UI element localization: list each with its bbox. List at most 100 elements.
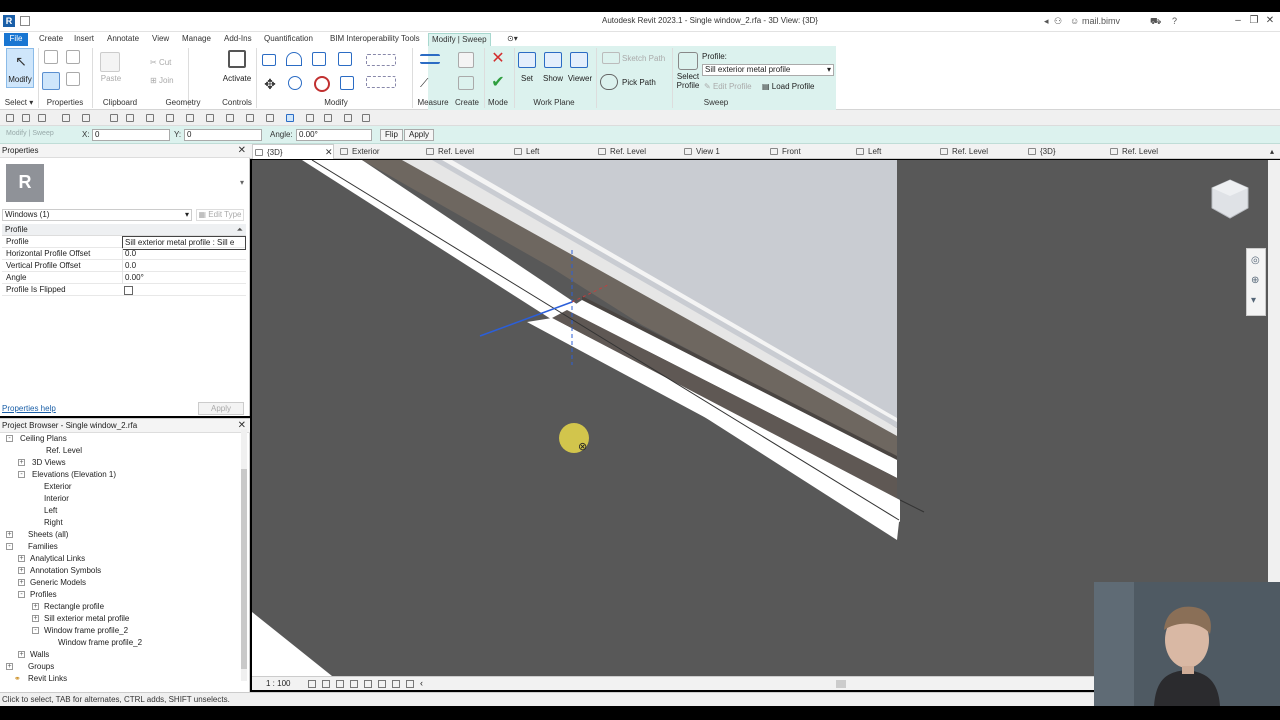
section-icon[interactable]	[226, 114, 234, 122]
paste-icon[interactable]	[100, 52, 120, 72]
panel-create-label[interactable]: Create	[452, 98, 482, 107]
view-tab-view-1[interactable]: View 1	[682, 144, 766, 159]
property-row-vertical-offset[interactable]: Vertical Profile Offset 0.0	[2, 260, 246, 272]
properties-category-profile[interactable]: Profile ⏶	[2, 224, 246, 236]
cancel-mode-icon[interactable]: ✕	[488, 50, 508, 68]
tree-item[interactable]: - Elevations (Elevation 1)	[18, 469, 116, 481]
tile-views-icon[interactable]	[306, 114, 314, 122]
search-back-icon[interactable]: ◂	[1044, 16, 1049, 27]
tree-item[interactable]: - Ceiling Plans	[6, 433, 67, 445]
edit-profile-button[interactable]: ✎ Edit Profile	[704, 82, 760, 91]
detail-level-icon[interactable]	[308, 680, 316, 688]
tree-item[interactable]: Exterior	[44, 481, 72, 493]
close-inactive-views-icon[interactable]	[266, 114, 274, 122]
revit-logo-icon[interactable]: R	[3, 15, 15, 27]
tab-bim-interoperability[interactable]: BIM Interoperability Tools	[327, 33, 423, 46]
workplane-viewer-icon[interactable]	[570, 52, 588, 68]
type-properties-icon[interactable]	[44, 50, 58, 64]
zoom-options-icon[interactable]: ▾	[1251, 295, 1256, 306]
angle-input[interactable]: 0.00°	[296, 129, 372, 141]
close-icon[interactable]: ✕	[238, 144, 246, 158]
tab-file[interactable]: File	[4, 33, 28, 46]
text-icon[interactable]	[186, 114, 194, 122]
tree-item[interactable]: Left	[44, 505, 57, 517]
ribbon-options-icon[interactable]: ⊙▾	[504, 33, 521, 46]
workplane-viewer-button[interactable]: Viewer	[566, 74, 594, 83]
tree-item[interactable]: Interior	[44, 493, 69, 505]
apply-button[interactable]: Apply	[404, 129, 435, 141]
align-icon[interactable]	[262, 54, 276, 66]
select-profile-button[interactable]: Select Profile	[674, 72, 702, 90]
close-window-button[interactable]: ✕	[1264, 15, 1276, 26]
viewcube[interactable]	[1208, 178, 1252, 222]
thin-lines-icon[interactable]	[246, 114, 254, 122]
mirror-draw-icon[interactable]	[338, 52, 352, 66]
offset-icon[interactable]	[286, 52, 302, 66]
sync-icon[interactable]	[38, 114, 46, 122]
open-icon[interactable]	[6, 114, 14, 122]
view-scale[interactable]: 1 : 100	[266, 679, 290, 688]
undo-icon[interactable]	[62, 114, 70, 122]
property-row-horizontal-offset[interactable]: Horizontal Profile Offset 0.0	[2, 248, 246, 260]
view-tab-left[interactable]: Left	[854, 144, 938, 159]
cart-icon[interactable]: ⛟	[1150, 16, 1161, 28]
horizontal-scroll-thumb[interactable]	[836, 680, 846, 688]
tree-item[interactable]: Window frame profile_2	[58, 637, 142, 649]
paste-button[interactable]: Paste	[98, 74, 124, 83]
sketch-path-button[interactable]: Sketch Path	[622, 54, 668, 63]
activate-button[interactable]: Activate	[220, 74, 254, 83]
tree-item[interactable]: + Analytical Links	[18, 553, 85, 565]
aligned-dimension-icon[interactable]	[146, 114, 154, 122]
view-tab-ref-level[interactable]: Ref. Level	[938, 144, 1022, 159]
y-offset-input[interactable]: 0	[184, 129, 262, 141]
temporary-hide-icon[interactable]	[392, 680, 400, 688]
tree-item[interactable]: - Families	[6, 541, 58, 553]
property-row-angle[interactable]: Angle 0.00°	[2, 272, 246, 284]
tab-add-ins[interactable]: Add-Ins	[221, 33, 255, 46]
view-tab-ref-level[interactable]: Ref. Level	[1108, 144, 1192, 159]
binoculars-icon[interactable]: ⚇	[1054, 16, 1062, 27]
property-row-profile-flipped[interactable]: Profile Is Flipped	[2, 284, 246, 296]
create-similar-icon[interactable]	[458, 52, 474, 68]
category-icon[interactable]	[66, 72, 80, 86]
tab-manage[interactable]: Manage	[179, 33, 214, 46]
view-tab-3d[interactable]: {3D}	[1026, 144, 1110, 159]
join-button[interactable]: ⊞ Join	[150, 76, 184, 85]
switch-windows-icon[interactable]	[286, 114, 294, 122]
tree-item[interactable]: + Sheets (all)	[6, 529, 68, 541]
visual-style-icon[interactable]	[322, 680, 330, 688]
rotate-icon[interactable]	[314, 76, 330, 92]
tree-item[interactable]: - Window frame profile_2	[32, 625, 128, 637]
move-icon[interactable]: ✥	[262, 76, 278, 92]
scroll-left-icon[interactable]: ‹	[420, 678, 423, 688]
dimension-icon[interactable]: ⟋	[420, 76, 440, 90]
flip-button[interactable]: Flip	[380, 129, 403, 141]
view-tab-left[interactable]: Left	[512, 144, 596, 159]
close-icon[interactable]: ✕	[325, 145, 333, 160]
tree-item[interactable]: + Annotation Symbols	[18, 565, 101, 577]
view-tabs-overflow-icon[interactable]: ▴	[1266, 144, 1280, 159]
tree-item[interactable]: - Profiles	[18, 589, 57, 601]
shadows-icon[interactable]	[350, 680, 358, 688]
tree-item[interactable]: Right	[44, 517, 63, 529]
print-icon[interactable]	[110, 114, 118, 122]
set-workplane-icon[interactable]	[518, 52, 536, 68]
properties-apply-button[interactable]: Apply	[198, 402, 244, 415]
edit-type-button[interactable]: ▦ Edit Type	[196, 209, 244, 221]
profile-dropdown[interactable]: Sill exterior metal profile ▾	[702, 64, 834, 76]
redo-icon[interactable]	[82, 114, 90, 122]
crop-view-icon[interactable]	[364, 680, 372, 688]
type-filter-dropdown[interactable]: Windows (1) ▾	[2, 209, 192, 221]
minimize-button[interactable]: –	[1232, 15, 1244, 26]
tab-insert[interactable]: Insert	[71, 33, 97, 46]
tree-item[interactable]: ⚭ Revit Links	[14, 673, 67, 685]
pick-path-icon[interactable]	[600, 74, 618, 90]
tab-quantification[interactable]: Quantification	[261, 33, 316, 46]
tag-icon[interactable]	[166, 114, 174, 122]
zoom-icon[interactable]: ⊕	[1251, 275, 1259, 286]
tree-item[interactable]: + Groups	[6, 661, 54, 673]
quick-access-menu-icon[interactable]	[20, 16, 30, 26]
help-icon[interactable]: ?	[1172, 16, 1177, 26]
sketch-path-icon[interactable]	[602, 52, 620, 64]
array-icon[interactable]	[366, 54, 396, 66]
